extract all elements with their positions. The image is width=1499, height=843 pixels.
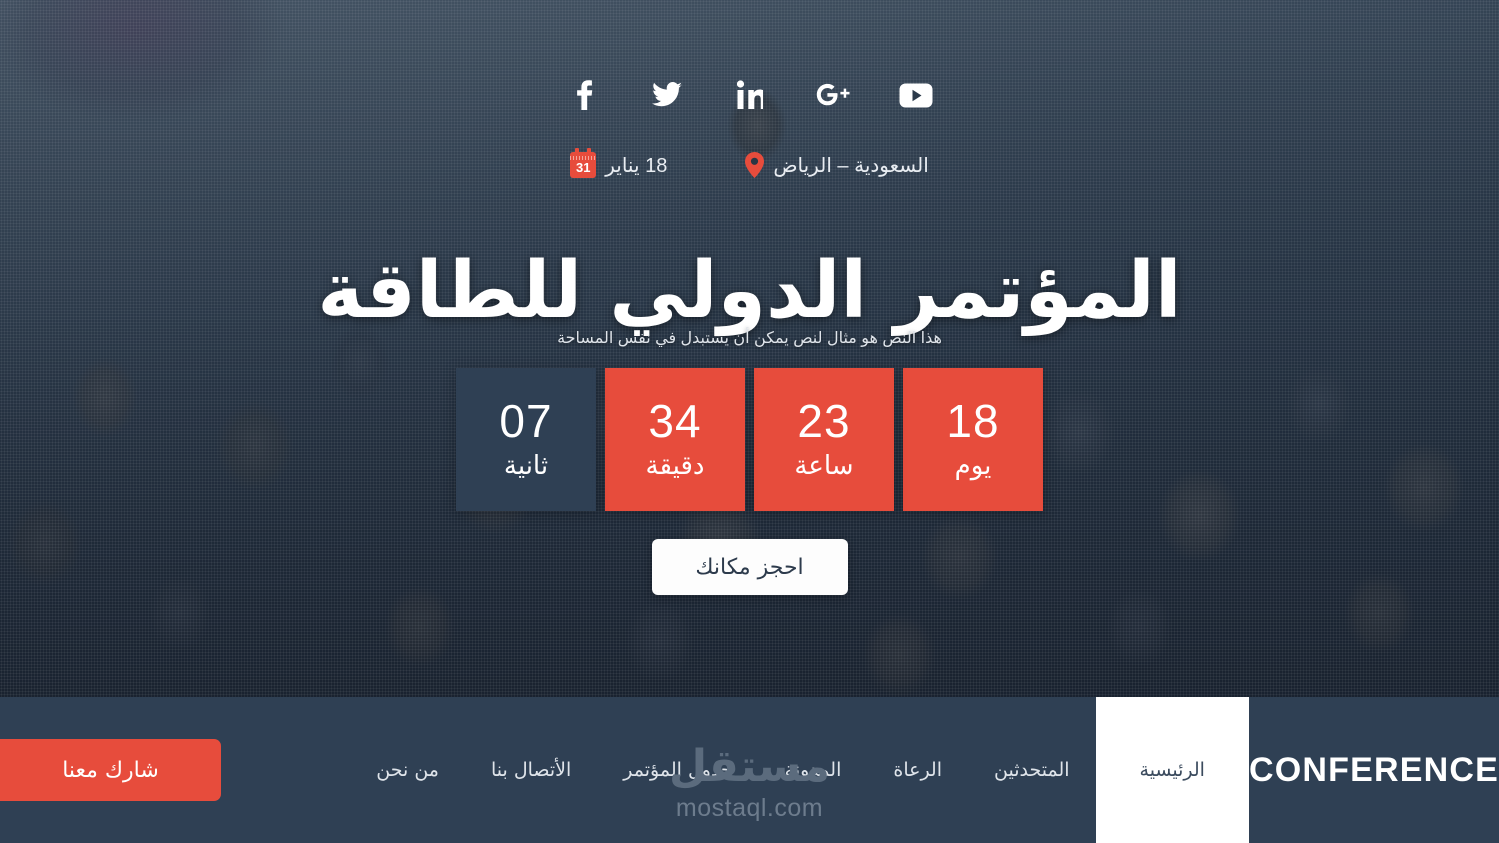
countdown-hours: 23 ساعة [754, 368, 894, 511]
nav-item-home[interactable]: الرئيسية [1095, 697, 1249, 843]
googleplus-icon[interactable] [816, 78, 850, 112]
brand-logo[interactable]: CONFERENCE [1249, 697, 1499, 843]
calendar-day: 31 [576, 160, 591, 175]
event-date-text: 18 يناير [605, 154, 668, 177]
cta-container: احجز مكانك [0, 539, 1499, 595]
nav-item-contact[interactable]: الأتصال بنا [465, 697, 597, 843]
social-links [0, 78, 1499, 112]
brand-logo-text: CONFERENCE [1248, 750, 1499, 789]
nav-menu: الرئيسية المتحدثين الرعاة المدونة جدول ا… [350, 697, 1249, 843]
facebook-icon[interactable] [567, 78, 601, 112]
countdown-days-label: يوم [954, 451, 992, 482]
countdown-hours-value: 23 [797, 395, 851, 448]
book-seat-button[interactable]: احجز مكانك [651, 539, 848, 595]
youtube-icon[interactable] [899, 78, 933, 112]
main-navbar: CONFERENCE الرئيسية المتحدثين الرعاة الم… [0, 697, 1499, 843]
nav-item-speakers[interactable]: المتحدثين [968, 697, 1096, 843]
nav-item-schedule[interactable]: جدول المؤتمر [597, 697, 758, 843]
hero-content: السعودية – الرياض 18 يناير 31 المؤتمر ال… [0, 0, 1499, 697]
countdown-timer: 18 يوم 23 ساعة 34 دقيقة 07 ثانية [0, 368, 1499, 511]
countdown-minutes-value: 34 [648, 395, 702, 448]
countdown-seconds-value: 07 [499, 395, 553, 448]
linkedin-icon[interactable] [733, 78, 767, 112]
countdown-hours-label: ساعة [794, 451, 854, 482]
hero-subtitle: هذا النص هو مثال لنص يمكن أن يستبدل في ن… [557, 330, 942, 347]
event-date: 18 يناير 31 [570, 148, 668, 178]
nav-item-about[interactable]: من نحن [350, 697, 465, 843]
nav-item-sponsors[interactable]: الرعاة [867, 697, 968, 843]
page-root: السعودية – الرياض 18 يناير 31 المؤتمر ال… [0, 0, 1499, 843]
event-location: السعودية – الرياض [745, 152, 929, 178]
page-title: المؤتمر الدولي للطاقة [317, 246, 1182, 337]
hero-section: السعودية – الرياض 18 يناير 31 المؤتمر ال… [0, 0, 1499, 697]
nav-item-blog[interactable]: المدونة [759, 697, 868, 843]
countdown-minutes-label: دقيقة [645, 451, 705, 482]
countdown-seconds: 07 ثانية [456, 368, 596, 511]
countdown-minutes: 34 دقيقة [605, 368, 745, 511]
countdown-seconds-label: ثانية [503, 451, 549, 482]
map-pin-icon [745, 152, 765, 178]
countdown-days: 18 يوم [903, 368, 1043, 511]
event-location-text: السعودية – الرياض [773, 154, 929, 177]
twitter-icon[interactable] [650, 78, 684, 112]
join-us-button[interactable]: شارك معنا [0, 739, 221, 801]
countdown-days-value: 18 [946, 395, 1000, 448]
calendar-icon: 31 [570, 148, 597, 178]
event-meta: السعودية – الرياض 18 يناير 31 [0, 148, 1499, 178]
